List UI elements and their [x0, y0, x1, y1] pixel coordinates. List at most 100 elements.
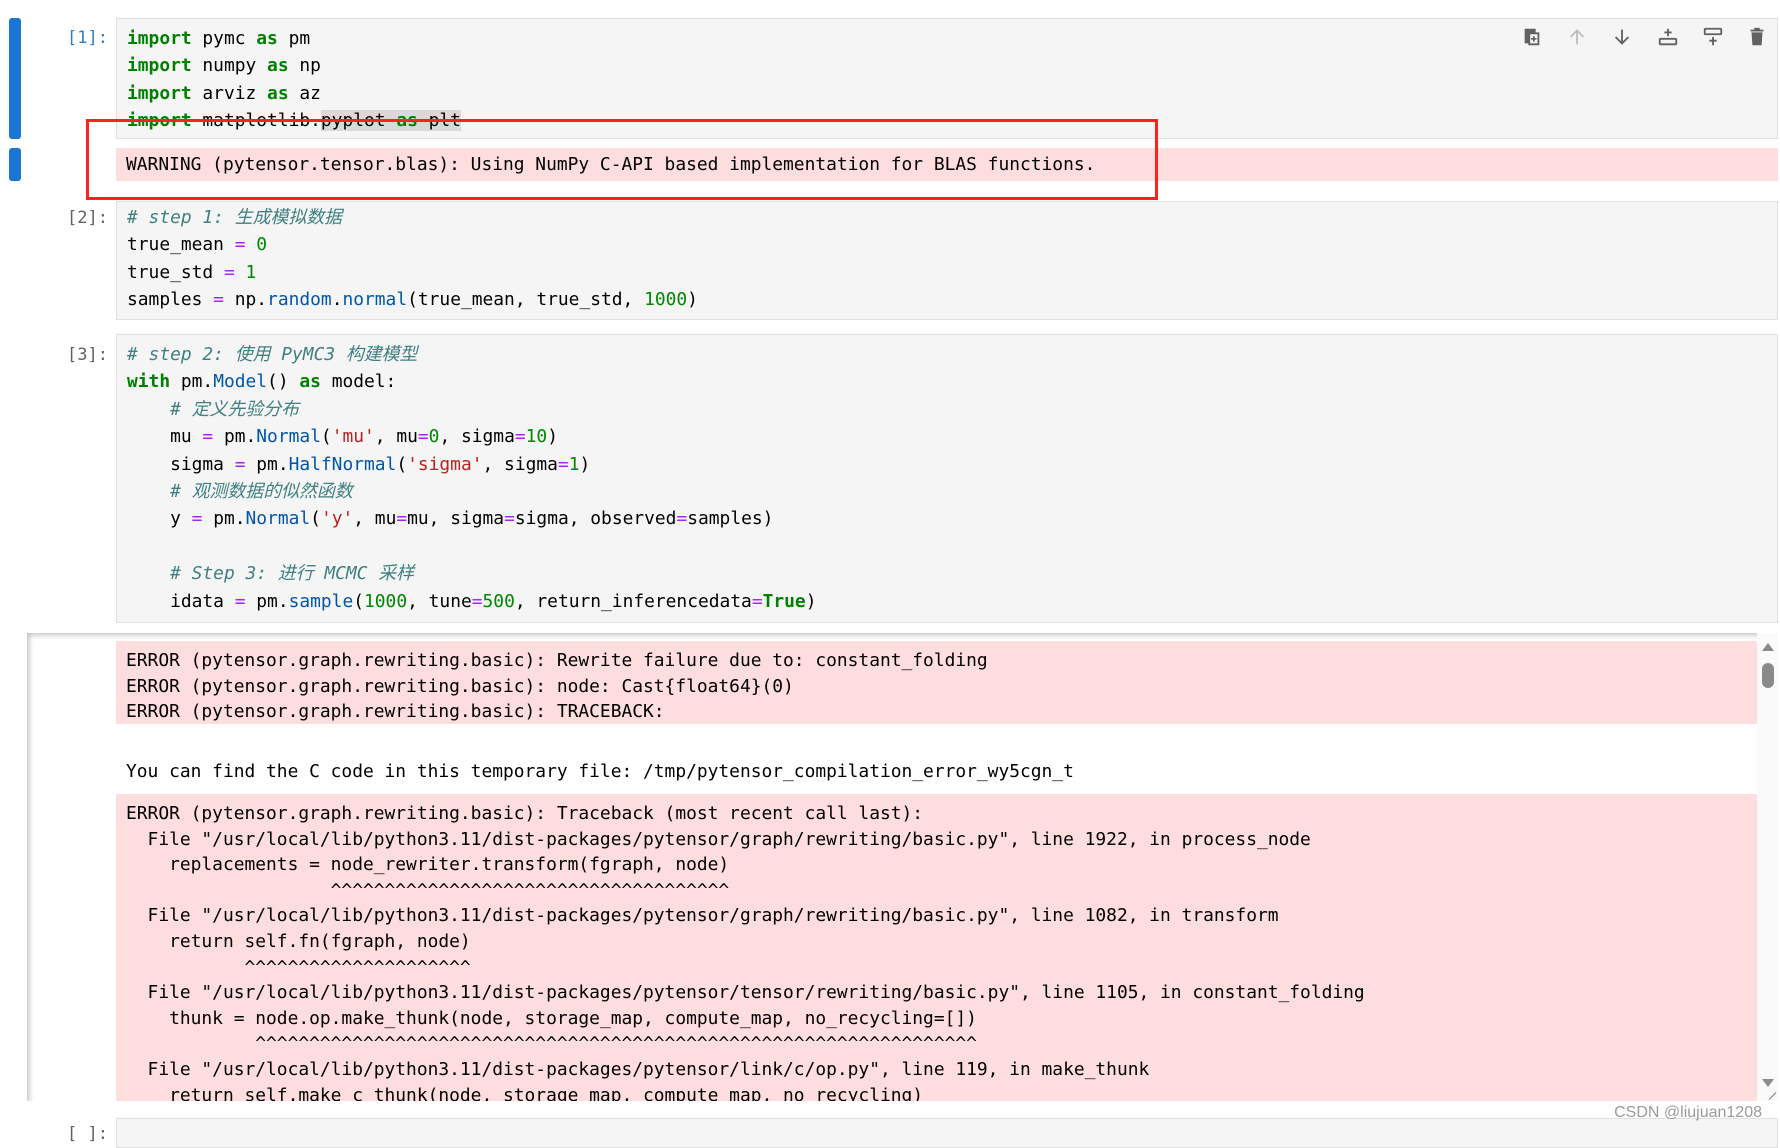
code-token: , mu — [353, 508, 397, 530]
code-token: = — [223, 261, 235, 283]
code-token: ( — [353, 590, 365, 612]
scrollbar-thumb[interactable] — [1762, 663, 1774, 688]
move-up-icon[interactable] — [1566, 26, 1588, 52]
code-token: np — [288, 55, 321, 77]
code-line: true_mean = 0 — [117, 231, 1777, 258]
insert-below-icon[interactable] — [1702, 26, 1724, 52]
code-token: pm — [277, 28, 311, 49]
cell-3-prompt: [3]: — [67, 345, 108, 365]
code-token: 1000 — [364, 590, 408, 612]
output-line: File "/usr/local/lib/python3.11/dist-pac… — [126, 828, 1311, 850]
delete-cell-icon[interactable] — [1746, 26, 1768, 52]
cell-4-editor[interactable] — [116, 1118, 1778, 1148]
code-token: = — [396, 508, 408, 530]
cell-3-editor[interactable]: # step 2: 使用 PyMC3 构建模型 with pm.Model() a… — [116, 334, 1778, 623]
code-token: with — [127, 371, 171, 393]
code-token: (true_mean, true_std, — [407, 289, 645, 311]
output-line: ERROR (pytensor.graph.rewriting.basic): … — [126, 675, 794, 697]
active-cell-output-bar[interactable] — [9, 148, 21, 181]
code-token: # step 2: 使用 PyMC3 构建模型 — [127, 344, 418, 365]
code-token: = — [514, 426, 526, 448]
code-line — [117, 533, 1777, 560]
scroll-up-arrow-icon[interactable] — [1762, 643, 1774, 651]
code-token: = — [504, 508, 515, 530]
code-token: as — [299, 371, 321, 393]
code-token: # step 1: 生成模拟数据 — [127, 207, 343, 228]
code-token: , tune — [407, 590, 472, 612]
cell-1-prompt: [1]: — [67, 28, 108, 48]
code-line: import arviz as az — [117, 80, 1777, 107]
code-token: , mu — [374, 426, 418, 448]
output-line: File "/usr/local/lib/python3.11/dist-pac… — [126, 905, 1279, 927]
code-token: as — [256, 28, 278, 49]
code-token: mu — [127, 426, 203, 448]
cell-4-prompt: [ ]: — [67, 1124, 108, 1144]
stderr-traceback-block: ERROR (pytensor.graph.rewriting.basic): … — [116, 794, 1757, 1101]
code-token: 0 — [428, 426, 440, 448]
output-line: ERROR (pytensor.graph.rewriting.basic): … — [126, 803, 924, 824]
code-token: sigma — [127, 453, 235, 475]
code-token: 'y' — [320, 508, 354, 530]
code-token: HalfNormal — [288, 453, 397, 475]
code-token: , return_inferencedata — [514, 590, 752, 612]
active-cell-input-bar[interactable] — [9, 18, 21, 139]
code-token: = — [234, 234, 246, 256]
annotation-highlight-box — [86, 119, 1158, 200]
code-token: import — [127, 55, 192, 77]
code-token: 1 — [568, 453, 580, 475]
move-down-icon[interactable] — [1611, 26, 1633, 52]
code-token: model: — [320, 371, 397, 393]
code-token: numpy — [191, 55, 268, 77]
output-line: File "/usr/local/lib/python3.11/dist-pac… — [126, 1058, 1150, 1080]
code-token: normal — [342, 289, 408, 311]
code-token: Normal — [245, 508, 311, 530]
duplicate-cell-icon[interactable] — [1521, 26, 1543, 52]
code-token: true_std — [127, 261, 224, 283]
code-token: , sigma — [439, 426, 515, 448]
code-line: import numpy as np — [117, 52, 1777, 79]
code-token: () — [267, 371, 300, 393]
code-token: pm. — [202, 508, 246, 530]
code-token: samples — [127, 289, 214, 311]
code-token: # 定义先验分布 — [170, 398, 299, 420]
output-scrollbar[interactable] — [1757, 633, 1778, 1101]
code-token: arviz — [191, 82, 268, 104]
code-token: pm. — [245, 453, 289, 475]
code-token: ) — [805, 590, 817, 612]
code-token: = — [676, 508, 688, 530]
code-token: mu, sigma — [407, 508, 505, 530]
cell-2-editor[interactable]: # step 1: 生成模拟数据 true_mean = 0 true_std = … — [116, 201, 1778, 320]
code-token: y — [127, 508, 192, 530]
code-token: 500 — [482, 590, 515, 612]
code-token: . — [331, 289, 343, 311]
code-token: Normal — [256, 426, 321, 448]
code-line: sigma = pm.HalfNormal('sigma', sigma=1) — [117, 451, 1777, 478]
code-token: 1 — [245, 261, 257, 283]
insert-above-icon[interactable] — [1657, 26, 1679, 52]
code-token: 0 — [256, 234, 268, 256]
code-token: az — [288, 82, 321, 104]
code-token: ) — [687, 289, 698, 311]
code-line: true_std = 1 — [117, 259, 1777, 286]
code-token: import — [127, 82, 192, 104]
cell-toolbar — [1518, 26, 1778, 52]
code-line: y = pm.Normal('y', mu=mu, sigma=sigma, o… — [117, 505, 1777, 532]
code-token: = — [557, 453, 569, 475]
code-token: sigma, observed — [514, 508, 677, 530]
output-line: ERROR (pytensor.graph.rewriting.basic): … — [126, 701, 665, 723]
code-token: ) — [547, 426, 558, 448]
code-token: = — [417, 426, 429, 448]
output-line: ^^^^^^^^^^^^^^^^^^^^^^^^^^^^^^^^^^^^^^^^… — [126, 1033, 977, 1055]
cell-3-output-area[interactable]: ERROR (pytensor.graph.rewriting.basic): … — [27, 633, 1778, 1101]
code-token: as — [267, 82, 289, 104]
output-line: ERROR (pytensor.graph.rewriting.basic): … — [126, 650, 988, 671]
code-line: idata = pm.sample(1000, tune=500, return… — [117, 588, 1777, 615]
code-line: # 定义先验分布 — [117, 396, 1777, 423]
code-token: = — [202, 426, 214, 448]
cell-2-prompt: [2]: — [67, 208, 108, 228]
watermark: CSDN @liujuan1208 — [1614, 1104, 1762, 1121]
code-token: pymc — [191, 28, 257, 49]
